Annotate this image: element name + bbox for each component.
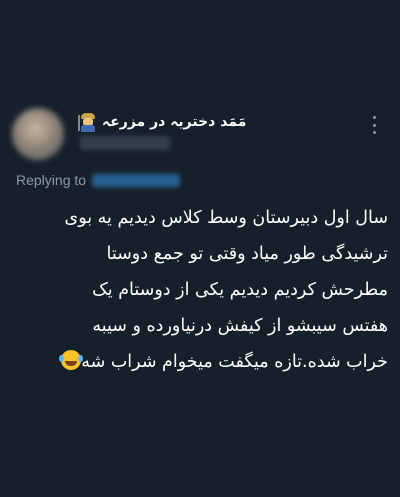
replying-to-label: Replying to xyxy=(16,172,87,188)
author-avatar[interactable] xyxy=(12,108,64,160)
author-display-name[interactable]: مَمَد دختریہ در مزرعہ xyxy=(102,114,246,130)
author-name-row[interactable]: مَمَد دختریہ در مزرعہ xyxy=(78,110,288,134)
more-options-icon[interactable] xyxy=(366,116,382,134)
tweet-line-last: خراب شده.تازه میگفت میخوام شراب شه xyxy=(10,344,388,380)
tweet-body: سال اول دبیرستان وسط کلاس دیدیم یه بوی ت… xyxy=(10,200,388,380)
farmer-emoji-icon xyxy=(78,112,98,132)
tweet-screen: مَمَد دختریہ در مزرعہ Replying to سال او… xyxy=(0,0,400,497)
tweet-line: هفتس سیبشو از کیفش درنیاورده و سیبه xyxy=(92,316,388,336)
tweet-line: سال اول دبیرستان وسط کلاس دیدیم یه بوی xyxy=(64,208,389,228)
tweet-line-text: خراب شده.تازه میگفت میخوام شراب شه xyxy=(81,352,388,372)
tears-of-joy-emoji-icon xyxy=(59,350,82,370)
tweet-line: ترشیدگی طور میاد وقتی تو جمع دوستا xyxy=(106,244,388,264)
tweet-line: مطرحش کردیم دیدیم یکی از دوستام یک xyxy=(92,280,388,300)
replying-to-handle-blurred[interactable] xyxy=(92,173,181,187)
author-handle-blurred[interactable] xyxy=(80,136,170,150)
replying-to-row: Replying to xyxy=(16,170,181,190)
